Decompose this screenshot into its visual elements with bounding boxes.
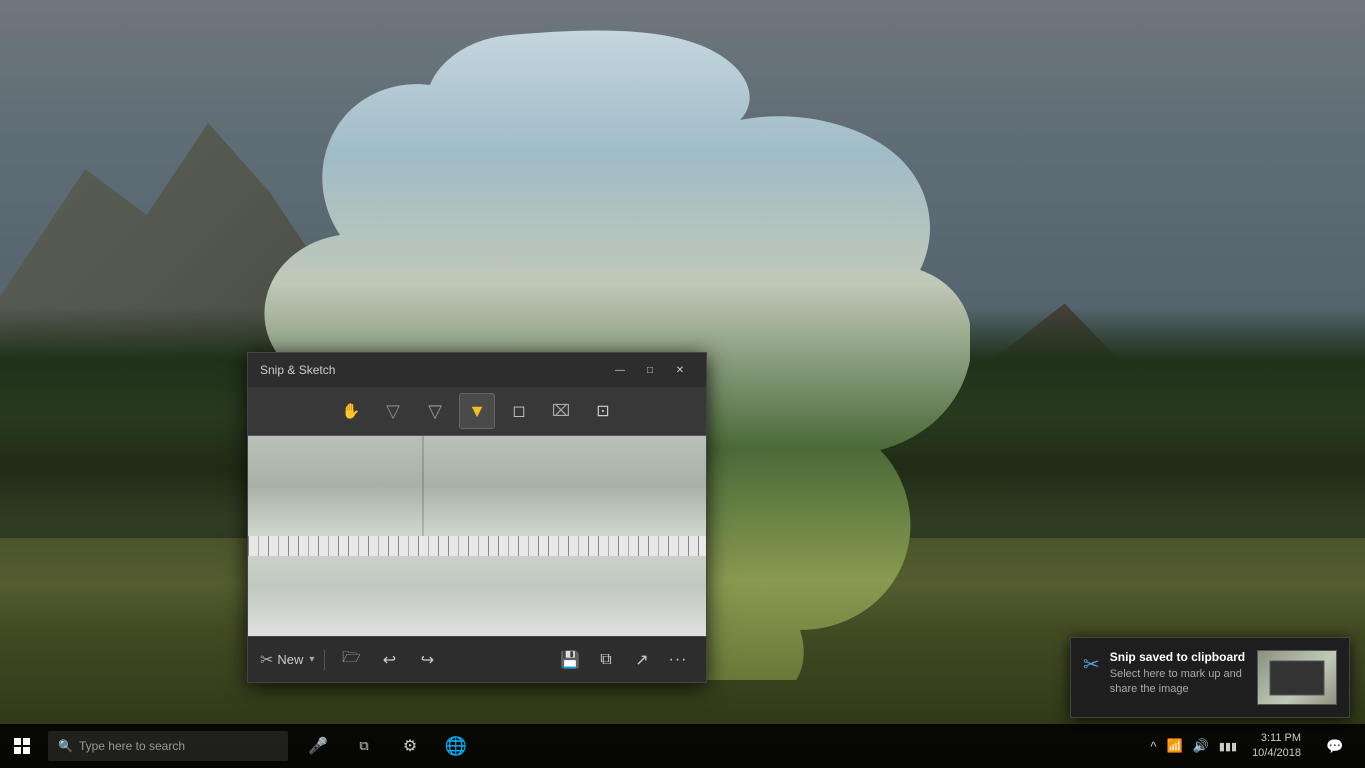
eraser-icon: ◻ xyxy=(512,401,525,421)
open-file-button[interactable]: 🗁 xyxy=(335,644,367,676)
action-center-icon: 💬 xyxy=(1326,738,1343,755)
notification-preview xyxy=(1257,650,1337,705)
copy-button[interactable]: ⧉ xyxy=(590,644,622,676)
undo-button[interactable]: ↩ xyxy=(373,644,405,676)
notification-title: Snip saved to clipboard xyxy=(1110,650,1247,664)
share-icon: ↗ xyxy=(635,650,648,670)
eraser-button[interactable]: ◻ xyxy=(501,393,537,429)
minimize-button[interactable]: — xyxy=(606,360,634,380)
dropdown-arrow-icon: ▾ xyxy=(309,654,314,665)
pencil-button[interactable]: ▽ xyxy=(417,393,453,429)
taskbar-app-icons: 🎤 ⧉ ⚙ 🌐 xyxy=(296,724,478,768)
taskbar-right: ^ 📶 🔊 ▮▮▮ 3:11 PM 10/4/2018 💬 xyxy=(1147,724,1365,768)
canvas-divider xyxy=(422,436,424,536)
ruler-marks xyxy=(248,536,706,556)
more-button[interactable]: ··· xyxy=(662,644,694,676)
redo-button[interactable]: ↪ xyxy=(411,644,443,676)
clock[interactable]: 3:11 PM 10/4/2018 xyxy=(1244,729,1309,764)
new-snip-icon: ✂ xyxy=(260,650,273,670)
cortana-button[interactable]: 🎤 xyxy=(296,724,340,768)
window-controls: — □ ✕ xyxy=(606,360,694,380)
microphone-icon: 🎤 xyxy=(308,736,328,756)
save-icon: 💾 xyxy=(560,650,580,670)
time-display: 3:11 PM xyxy=(1252,731,1301,746)
date-display: 10/4/2018 xyxy=(1252,746,1301,761)
search-icon: 🔍 xyxy=(58,739,73,753)
task-view-button[interactable]: ⧉ xyxy=(342,724,386,768)
new-label: New xyxy=(277,652,303,667)
maximize-button[interactable]: □ xyxy=(636,360,664,380)
volume-icon[interactable]: 🔊 xyxy=(1190,734,1212,758)
notification-description: Select here to mark up and share the ima… xyxy=(1110,667,1247,698)
settings-taskbar-button[interactable]: ⚙ xyxy=(388,724,432,768)
window-titlebar: Snip & Sketch — □ ✕ xyxy=(248,353,706,387)
search-bar[interactable]: 🔍 Type here to search xyxy=(48,731,288,761)
folder-icon: 🗁 xyxy=(342,647,361,672)
action-center-button[interactable]: 💬 xyxy=(1313,724,1357,768)
crop-button[interactable]: ⊡ xyxy=(585,393,621,429)
redo-icon: ↪ xyxy=(421,650,434,670)
battery-icon[interactable]: ▮▮▮ xyxy=(1216,736,1240,757)
more-icon: ··· xyxy=(669,651,688,669)
ruler xyxy=(248,536,706,556)
share-button[interactable]: ↗ xyxy=(626,644,658,676)
windows-logo-icon xyxy=(14,738,30,754)
show-hidden-icons[interactable]: ^ xyxy=(1147,735,1159,758)
tool-toolbar: ✋ ▽ ▽ ▼ ◻ ⌧ ⊡ xyxy=(248,387,706,436)
snip-sketch-window: Snip & Sketch — □ ✕ ✋ ▽ ▽ ▼ ◻ ⌧ ⊡ xyxy=(247,352,707,683)
browser-taskbar-button[interactable]: 🌐 xyxy=(434,724,478,768)
canvas-top xyxy=(248,436,706,536)
highlighter-icon: ⌧ xyxy=(552,401,570,421)
toolbar-separator-1 xyxy=(324,650,325,670)
task-view-icon: ⧉ xyxy=(359,738,368,754)
undo-icon: ↩ xyxy=(383,650,396,670)
browser-icon: 🌐 xyxy=(445,736,467,757)
snip-notification[interactable]: ✂ Snip saved to clipboard Select here to… xyxy=(1070,637,1350,718)
system-tray: ^ 📶 🔊 ▮▮▮ xyxy=(1147,734,1240,758)
settings-icon: ⚙ xyxy=(403,736,417,756)
start-button[interactable] xyxy=(0,724,44,768)
close-button[interactable]: ✕ xyxy=(666,360,694,380)
copy-icon: ⧉ xyxy=(600,651,611,669)
taskbar: 🔍 Type here to search 🎤 ⧉ ⚙ 🌐 ^ 📶 🔊 ▮▮▮ … xyxy=(0,724,1365,768)
notification-preview-image xyxy=(1258,651,1336,704)
touch-writing-button[interactable]: ✋ xyxy=(333,393,369,429)
bottom-toolbar: ✂ New ▾ 🗁 ↩ ↪ 💾 ⧉ ↗ ··· xyxy=(248,636,706,682)
save-button[interactable]: 💾 xyxy=(554,644,586,676)
canvas-content xyxy=(248,436,706,636)
marker-button[interactable]: ▼ xyxy=(459,393,495,429)
mini-window-preview xyxy=(1270,660,1325,695)
notification-icon: ✂ xyxy=(1083,652,1100,705)
marker-icon: ▼ xyxy=(468,401,486,422)
ballpoint-icon: ▽ xyxy=(386,401,400,422)
highlighter-button[interactable]: ⌧ xyxy=(543,393,579,429)
touch-icon: ✋ xyxy=(342,402,361,420)
new-button-group[interactable]: ✂ New ▾ xyxy=(260,650,314,670)
ballpoint-pen-button[interactable]: ▽ xyxy=(375,393,411,429)
network-icon[interactable]: 📶 xyxy=(1164,734,1186,758)
search-placeholder: Type here to search xyxy=(79,739,185,753)
pencil-icon: ▽ xyxy=(428,401,442,422)
notification-content: Snip saved to clipboard Select here to m… xyxy=(1110,650,1247,705)
crop-icon: ⊡ xyxy=(596,401,609,421)
bottom-right-buttons: 💾 ⧉ ↗ ··· xyxy=(554,644,694,676)
canvas-area[interactable] xyxy=(248,436,706,636)
window-title: Snip & Sketch xyxy=(260,363,335,377)
